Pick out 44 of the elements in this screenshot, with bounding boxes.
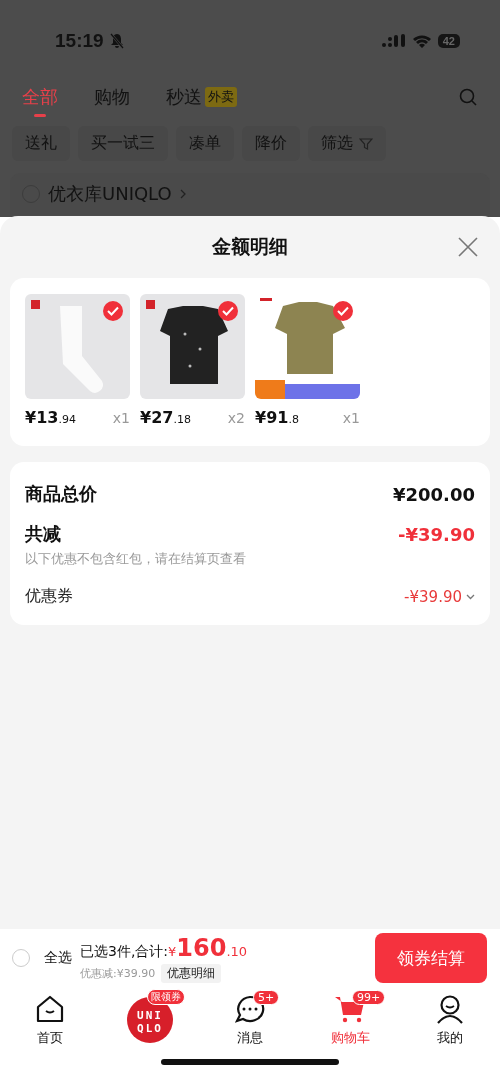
count-badge: 5+ [253, 990, 280, 1005]
sheet-title: 金额明细 [212, 234, 288, 259]
count-badge: 限领券 [147, 989, 185, 1005]
bell-muted-icon [109, 33, 124, 49]
profile-icon[interactable] [435, 994, 465, 1024]
product-quantity: x1 [342, 410, 360, 426]
total-value: ¥200.00 [393, 483, 475, 505]
nav-label[interactable]: 购物车 [330, 1029, 370, 1047]
discount-detail-button[interactable]: 优惠明细 [161, 963, 222, 983]
status-time: 15:19 [55, 30, 104, 52]
discount-value: -¥39.90 [398, 523, 475, 545]
category-tab[interactable]: 购物 [94, 85, 130, 117]
category-tab[interactable]: 秒送 [166, 85, 202, 117]
discount-amount: 优惠减:¥39.90 [80, 965, 156, 981]
count-badge: 99+ [352, 990, 386, 1005]
product-price: ¥13.94 [25, 408, 76, 427]
wifi-icon [411, 34, 432, 48]
coupon-label: 优惠券 [25, 586, 73, 607]
category-tab[interactable]: 全部 [22, 85, 58, 117]
selected-count: 已选3件,合计: [80, 942, 169, 961]
nav-label[interactable]: 首页 [37, 1029, 63, 1047]
tag-label: 外卖 [205, 87, 237, 107]
close-icon[interactable] [458, 237, 478, 257]
product-price: ¥27.18 [140, 408, 191, 427]
coupon-value[interactable]: -¥39.90 [404, 587, 462, 606]
chevron-down-icon[interactable] [466, 593, 475, 600]
battery-level: 42 [437, 34, 460, 48]
store-name[interactable]: 优衣库UNIQLO [48, 182, 172, 206]
signal-icon [381, 34, 406, 48]
product-quantity: x1 [112, 410, 130, 426]
discount-note: 以下优惠不包含红包，请在结算页查看 [25, 550, 247, 568]
funnel-icon [359, 136, 373, 151]
nav-label[interactable]: 我的 [437, 1029, 463, 1047]
home-icon[interactable] [35, 995, 65, 1023]
product-price: ¥91.8 [255, 408, 299, 427]
checkout-button[interactable]: 领券结算 [375, 933, 487, 983]
total-price: ¥160.10 [168, 933, 248, 962]
select-all-label[interactable]: 全选 [44, 949, 72, 967]
discount-label: 共减 [25, 522, 61, 546]
nav-label[interactable]: 消息 [237, 1029, 263, 1047]
product-quantity: x2 [227, 410, 245, 426]
chevron-right-icon [179, 189, 187, 199]
search-icon[interactable] [458, 87, 478, 107]
total-label: 商品总价 [25, 482, 97, 506]
